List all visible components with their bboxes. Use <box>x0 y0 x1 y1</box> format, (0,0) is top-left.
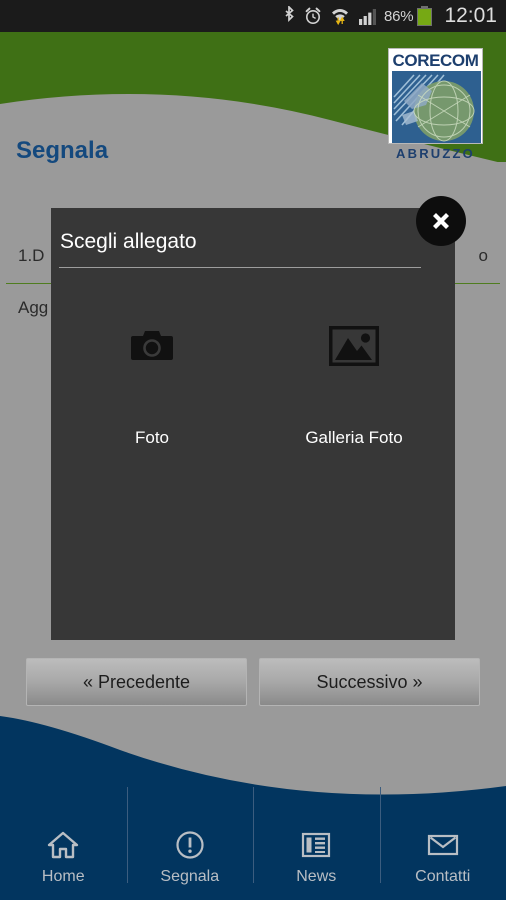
status-bar: 86% 12:01 <box>0 0 506 32</box>
corecom-logo: CORECOM <box>388 48 483 144</box>
tab-contatti-label: Contatti <box>415 867 471 885</box>
clock-time: 12:01 <box>444 4 497 27</box>
next-button[interactable]: Successivo » <box>259 658 480 706</box>
dialog-title: Scegli allegato <box>60 230 197 253</box>
tab-contatti[interactable]: Contatti <box>379 787 506 900</box>
battery-icon <box>417 6 433 26</box>
image-gallery-icon <box>329 318 379 374</box>
form-field-label-right: o <box>478 246 488 265</box>
camera-icon <box>130 318 174 374</box>
option-foto-label: Foto <box>134 428 170 447</box>
alarm-icon <box>303 6 323 26</box>
wizard-buttons: « Precedente Successivo » <box>0 658 506 708</box>
tab-home[interactable]: Home <box>0 815 127 900</box>
logo-subtitle: ABRUZZO <box>396 146 475 161</box>
page-title: Segnala <box>16 137 109 164</box>
tab-news-label: News <box>296 867 337 885</box>
tab-segnala[interactable]: Segnala <box>126 787 254 900</box>
form-field-label-left: 1.D <box>18 246 45 265</box>
exclamation-circle-icon <box>175 830 205 860</box>
newspaper-icon <box>301 830 331 860</box>
bluetooth-icon <box>283 6 296 26</box>
battery-percent: 86% <box>384 7 414 25</box>
tab-segnala-label: Segnala <box>160 867 220 885</box>
previous-button[interactable]: « Precedente <box>26 658 247 706</box>
signal-icon <box>357 6 377 26</box>
option-foto[interactable]: Foto <box>51 318 253 448</box>
attachment-label: Agg <box>18 298 49 317</box>
tab-news[interactable]: News <box>253 787 380 900</box>
option-galleria-label: Galleria Foto <box>305 428 403 447</box>
envelope-icon <box>427 830 459 860</box>
choose-attachment-dialog: Scegli allegato Foto Galleria Foto <box>51 208 455 640</box>
dialog-title-divider <box>59 267 421 268</box>
logo-globe-graphic <box>392 71 481 143</box>
close-dialog-button[interactable] <box>416 196 466 246</box>
close-icon <box>433 213 449 229</box>
wifi-icon <box>330 6 350 26</box>
dialog-options: Foto Galleria Foto <box>51 318 455 448</box>
app-screen: 86% 12:01 CORECOM ABRUZZO Segnala 1.D o … <box>0 0 506 900</box>
home-icon <box>47 830 79 860</box>
option-galleria-foto[interactable]: Galleria Foto <box>253 318 455 448</box>
tab-home-label: Home <box>41 867 85 885</box>
logo-title: CORECOM <box>392 51 479 70</box>
bottom-tab-bar: Home Segnala News Contatti <box>0 787 506 900</box>
